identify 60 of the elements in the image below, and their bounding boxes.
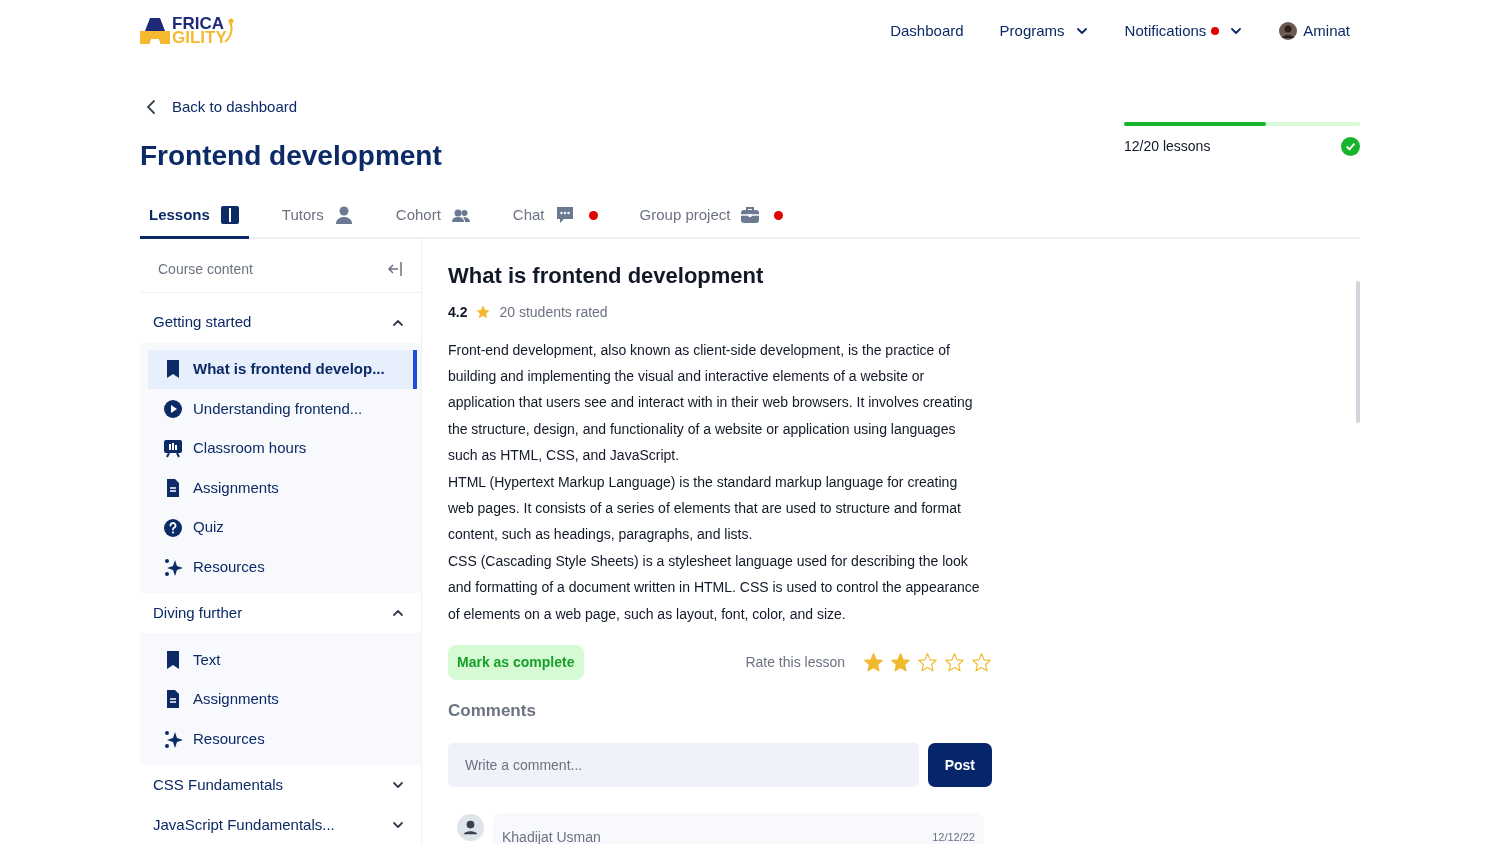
comment-author: Khadijat Usman	[502, 827, 601, 844]
star-outline-icon	[917, 651, 938, 673]
collapse-icon	[387, 261, 403, 277]
lesson-item[interactable]: Classroom hours	[148, 428, 413, 469]
tab[interactable]: Group project	[630, 194, 793, 239]
tab[interactable]: Lessons	[140, 194, 249, 239]
section-header[interactable]: Getting started	[140, 302, 421, 343]
logo-text: GILITY	[172, 31, 227, 45]
briefcase-icon	[740, 205, 761, 225]
lesson-title: What is frontend development	[448, 261, 765, 290]
tab[interactable]: Tutors	[272, 194, 363, 239]
play-icon	[163, 398, 183, 419]
lesson-item[interactable]: Resources	[148, 719, 413, 759]
progress-label: 12/20 lessons	[1124, 137, 1211, 156]
rating-value: 4.2	[448, 302, 468, 322]
lesson-item[interactable]: Assignments	[148, 679, 413, 720]
section-header[interactable]: Diving further	[140, 593, 421, 634]
sidebar-title: Course content	[158, 259, 253, 279]
comment-date: 12/12/22	[932, 830, 975, 844]
page-title: Frontend development	[140, 138, 442, 173]
star-outline-icon	[944, 651, 965, 673]
avatar	[1279, 22, 1298, 40]
nav-link[interactable]: Notifications	[1124, 19, 1244, 43]
star-icon	[475, 304, 492, 320]
post-button[interactable]: Post	[927, 743, 992, 788]
logo-text: FRICA	[172, 17, 224, 31]
paragraph: Front-end development, also known as client-side development, is the practice of building and implementing the visual and interactive elements of a website or application that users see and interact with in their web browsers. It involves creating the structure, design, and functionality of a website or application using languages such as HTML, CSS, and JavaScript.	[448, 340, 974, 466]
person-icon	[333, 205, 354, 225]
logo-a-icon	[140, 17, 170, 45]
section-header[interactable]: JavaScript Fundamentals...	[140, 804, 421, 844]
nav-link[interactable]: Dashboard	[890, 19, 964, 43]
scrollbar[interactable]	[1356, 280, 1360, 423]
lesson-item[interactable]: What is frontend develop...	[148, 349, 417, 390]
star-outline-icon	[971, 651, 992, 673]
paragraph: HTML (Hypertext Markup Language) is the standard markup language for creating web pages. It consists of a series of elements that are used to structure and format content, such as headings, paragraphs, and lists.	[448, 472, 962, 545]
sparkle-icon	[163, 557, 183, 578]
paragraph: CSS (Cascading Style Sheets) is a stylesheet language used for describing the look and formatting of a document written in HTML. CSS is used to control the appearance of elements on a web page, such as layout, font, color, and size.	[448, 551, 980, 624]
star-filled-icon	[863, 651, 884, 673]
rated-count: 20 students rated	[499, 302, 608, 322]
tab[interactable]: Cohort	[386, 194, 480, 239]
lesson-item[interactable]: Resources	[148, 547, 413, 588]
lesson-item[interactable]: Assignments	[148, 468, 413, 508]
tab[interactable]: Chat	[503, 194, 607, 239]
lesson-item[interactable]: Understanding frontend...	[148, 389, 413, 429]
section-header[interactable]: CSS Fundamentals	[140, 764, 421, 805]
question-icon	[163, 517, 183, 538]
chat-icon	[554, 205, 575, 225]
comments-heading: Comments	[448, 699, 537, 722]
book-icon	[219, 205, 240, 225]
back-link[interactable]: Back to dashboard	[140, 96, 442, 119]
sparkle-icon	[163, 729, 183, 750]
star-filled-icon	[890, 651, 911, 673]
comment-field[interactable]: Write a comment...	[448, 743, 919, 788]
lesson-item[interactable]: Quiz	[148, 507, 413, 548]
user-avatar-icon	[457, 814, 484, 842]
user-menu[interactable]: Aminat	[1279, 19, 1350, 43]
rate-label: Rate this lesson	[745, 652, 845, 672]
nav-link[interactable]: Programs	[999, 19, 1089, 43]
lesson-item[interactable]: Text	[148, 640, 413, 680]
presentation-icon	[163, 438, 183, 459]
